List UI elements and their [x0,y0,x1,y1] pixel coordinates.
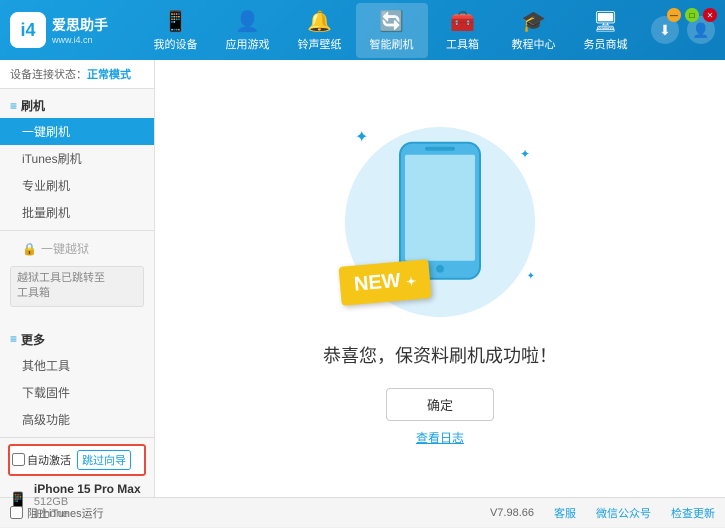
sidebar-item-other-tools[interactable]: 其他工具 [0,352,154,379]
nav-tab-ringtone[interactable]: 🔔 铃声壁纸 [284,3,356,58]
more-section: ≡ 更多 其他工具 下载固件 高级功能 [0,323,154,437]
header: i4 爱思助手 www.i4.cn 📱 我的设备 👤 应用游戏 🔔 铃声壁纸 🔄 [0,0,725,60]
footer-right: V7.98.66 客服 微信公众号 检查更新 [490,505,715,521]
lock-icon: 🔒 [22,242,37,256]
check-update-link[interactable]: 检查更新 [671,505,715,521]
smart-flash-label: 智能刷机 [370,36,414,52]
app-name: 爱思助手 [52,15,108,35]
status-mode: 正常模式 [87,69,131,81]
success-text: 恭喜您，保资料刷机成功啦！ [323,342,557,368]
auto-activate-row: 自动激活 跳过向导 [8,444,146,476]
sparkle-icon-2: ✦ [520,147,530,161]
service-label: 务员商城 [584,36,628,52]
sidebar-notice: 越狱工具已跳转至工具箱 [10,266,144,307]
window-controls: — □ ✕ [667,8,717,22]
stop-itunes-checkbox[interactable] [10,506,23,519]
status-prefix: 设备连接状态： [10,69,87,81]
logo-icon: i4 [10,12,46,48]
sidebar-item-pro-flash[interactable]: 专业刷机 [0,172,154,199]
sidebar-disabled-jailbreak: 🔒 一键越狱 [0,235,154,262]
sidebar-divider-1 [0,230,154,231]
nav-tab-smart-flash[interactable]: 🔄 智能刷机 [356,3,428,58]
tutorial-label: 教程中心 [512,36,556,52]
auto-activate-label[interactable]: 自动激活 [12,452,71,468]
logo-text: 爱思助手 www.i4.cn [52,15,108,45]
more-section-label: 更多 [21,331,45,348]
maximize-button[interactable]: □ [685,8,699,22]
sidebar-item-download-firmware[interactable]: 下载固件 [0,379,154,406]
flash-section-icon: ≡ [10,99,17,113]
sidebar-item-itunes-flash[interactable]: iTunes刷机 [0,145,154,172]
more-section-header: ≡ 更多 [0,327,154,352]
sidebar-item-batch-flash[interactable]: 批量刷机 [0,199,154,226]
smart-flash-icon: 🔄 [379,9,404,34]
tutorial-icon: 🎓 [521,9,546,34]
close-button[interactable]: ✕ [703,8,717,22]
skin-link[interactable]: 客服 [554,505,576,521]
sparkle-icon-1: ✦ [355,127,368,147]
device-name: iPhone 15 Pro Max [34,482,141,496]
nav-tab-service[interactable]: 🖥 务员商城 [570,3,642,58]
logo-area: i4 爱思助手 www.i4.cn [10,12,130,48]
stop-itunes-label[interactable]: 阻止iTunes运行 [27,505,104,521]
more-section-icon: ≡ [10,332,17,346]
nav-tab-tutorial[interactable]: 🎓 教程中心 [498,3,570,58]
sidebar-item-one-click-flash[interactable]: 一键刷机 [0,118,154,145]
app-game-label: 应用游戏 [226,36,270,52]
nav-tabs: 📱 我的设备 👤 应用游戏 🔔 铃声壁纸 🔄 智能刷机 🧰 工具箱 🎓 [130,3,651,58]
nav-tab-app-game[interactable]: 👤 应用游戏 [212,3,284,58]
my-device-icon: 📱 [163,9,188,34]
footer-left: 阻止iTunes运行 [10,505,104,521]
minimize-button[interactable]: — [667,8,681,22]
wechat-link[interactable]: 微信公众号 [596,505,651,521]
flash-section-label: 刷机 [21,97,45,114]
nav-tab-toolbox[interactable]: 🧰 工具箱 [428,3,498,58]
ringtone-icon: 🔔 [307,9,332,34]
nav-tab-my-device[interactable]: 📱 我的设备 [140,3,212,58]
sidebar: 设备连接状态：正常模式 ≡ 刷机 一键刷机 iTunes刷机 专业刷机 批 [0,60,155,497]
auto-activate-checkbox[interactable] [12,453,25,466]
log-link[interactable]: 查看日志 [416,429,464,446]
sidebar-item-advanced[interactable]: 高级功能 [0,406,154,433]
app-game-icon: 👤 [235,9,260,34]
sparkle-icon-3: ✦ [527,271,535,282]
flash-section-header: ≡ 刷机 [0,93,154,118]
toolbox-icon: 🧰 [450,9,475,34]
success-illustration: NEW ✦ ✦ ✦ ✦ [330,112,550,332]
manual-guide-button[interactable]: 跳过向导 [77,450,131,470]
ringtone-label: 铃声壁纸 [298,36,342,52]
app-url: www.i4.cn [52,35,108,45]
phone-svg [395,140,485,280]
main-content: NEW ✦ ✦ ✦ ✦ 恭喜您，保资料刷机成功啦！ 确定 查看日志 [155,60,725,497]
new-badge: NEW ✦ [338,259,431,306]
toolbox-label: 工具箱 [446,36,479,52]
confirm-button[interactable]: 确定 [386,388,494,421]
status-bar: 设备连接状态：正常模式 [0,60,154,89]
flash-section: ≡ 刷机 一键刷机 iTunes刷机 专业刷机 批量刷机 🔒 [0,89,154,315]
my-device-label: 我的设备 [154,36,198,52]
service-icon: 🖥 [593,9,618,34]
version-label: V7.98.66 [490,507,534,519]
